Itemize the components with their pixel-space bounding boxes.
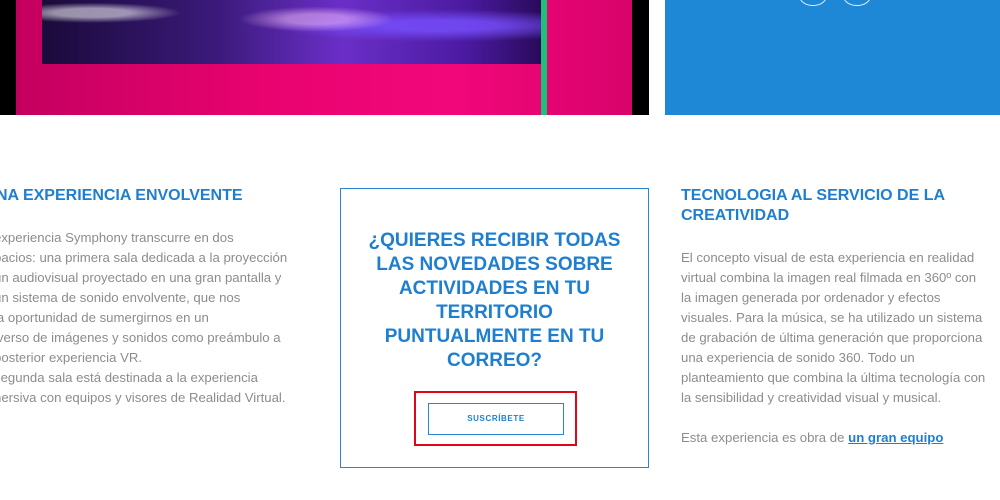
credit-text: Esta experiencia es obra de: [681, 430, 849, 445]
newsletter-title: ¿QUIERES RECIBIR TODAS LAS NOVEDADES SOB…: [368, 230, 621, 371]
hero-accent-stripe: [541, 0, 547, 115]
subscribe-button[interactable]: SUSCRÍBETE: [428, 403, 564, 435]
blue-panel: [665, 0, 1000, 115]
left-column-paragraph: experiencia Symphony transcurre en dos p…: [0, 230, 288, 405]
subscribe-highlight: SUSCRÍBETE: [414, 391, 577, 446]
hero-image: [0, 0, 649, 115]
right-column-heading: TECNOLOGIA AL SERVICIO DE LA CREATIVIDAD: [681, 187, 945, 224]
carousel-dot-button[interactable]: [799, 0, 827, 6]
left-column-heading: NA EXPERIENCIA ENVOLVENTE: [0, 187, 243, 204]
credit-line: Esta experiencia es obra de un gran equi…: [681, 428, 943, 448]
team-link[interactable]: un gran equipo: [848, 430, 943, 445]
hero-edge: [632, 0, 649, 115]
right-column-paragraph: El concepto visual de esta experiencia e…: [681, 250, 986, 405]
carousel-dot-button[interactable]: [843, 0, 871, 6]
hero-image-frame: [16, 0, 632, 115]
hero-photo: [42, 0, 542, 64]
newsletter-box: ¿QUIERES RECIBIR TODAS LAS NOVEDADES SOB…: [340, 188, 649, 468]
